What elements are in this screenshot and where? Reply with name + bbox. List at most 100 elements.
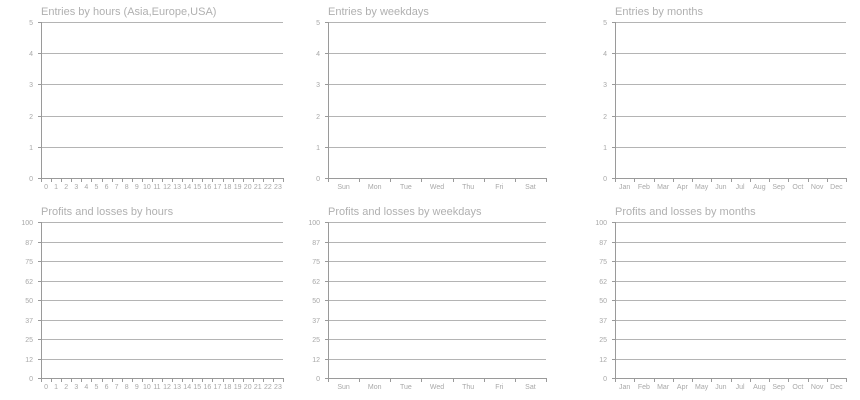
y-tick-label: 1 xyxy=(29,145,33,152)
y-tick-label: 75 xyxy=(599,259,607,266)
x-tick-label: Fri xyxy=(495,184,504,191)
x-tick-label: 16 xyxy=(203,384,211,391)
x-tick-label: 1 xyxy=(54,184,58,191)
y-tick-label: 75 xyxy=(25,259,33,266)
y-tick-label: 0 xyxy=(29,376,33,383)
x-tick-label: Apr xyxy=(677,184,689,191)
y-tick-label: 5 xyxy=(603,20,607,27)
y-tick-label: 25 xyxy=(599,337,607,344)
x-tick-label: 0 xyxy=(44,184,48,191)
x-tick-label: 9 xyxy=(135,184,139,191)
y-tick-label: 25 xyxy=(25,337,33,344)
x-tick-label: Sep xyxy=(772,184,785,191)
x-tick-label: 6 xyxy=(105,184,109,191)
x-tick-label: 11 xyxy=(153,184,160,191)
x-tick-label: Sat xyxy=(525,184,536,191)
y-tick-label: 50 xyxy=(312,298,320,305)
y-tick-label: 5 xyxy=(316,20,320,27)
x-tick-label: 14 xyxy=(183,184,191,191)
x-tick-label: Feb xyxy=(638,384,650,391)
y-tick-label: 37 xyxy=(599,318,607,325)
x-tick-label: 23 xyxy=(274,184,282,191)
x-tick-label: Wed xyxy=(430,184,444,191)
chart-panel: Profits and losses by months 0 12 25 37 50 62 7… xyxy=(595,206,847,391)
x-tick-label: Sep xyxy=(772,384,785,391)
x-tick-label: 2 xyxy=(64,184,68,191)
x-tick-label: Nov xyxy=(811,184,824,191)
chart-title: Entries by months xyxy=(615,6,704,18)
chart-panel: Profits and losses by weekdays 0 12 25 37 50 6… xyxy=(308,206,547,391)
chart-title: Profits and losses by months xyxy=(615,206,756,218)
chart-panel: Entries by hours (Asia,Europe,USA)012345… xyxy=(29,6,284,191)
x-tick-label: Mar xyxy=(657,184,670,191)
x-tick-label: 3 xyxy=(74,384,78,391)
x-tick-label: 15 xyxy=(193,184,201,191)
y-tick-label: 5 xyxy=(29,20,33,27)
y-tick-label: 100 xyxy=(595,220,607,227)
chart-title: Profits and losses by weekdays xyxy=(328,206,482,218)
x-tick-label: 8 xyxy=(125,184,129,191)
x-tick-label: 20 xyxy=(244,384,252,391)
y-tick-label: 4 xyxy=(316,51,320,58)
y-tick-label: 0 xyxy=(603,376,607,383)
x-tick-label: 23 xyxy=(274,384,282,391)
chart-panel: Entries by weekdays 0 1 2 3 4 5 Sun Mon Tue Wed Thu… xyxy=(316,6,547,191)
x-tick-label: Dec xyxy=(830,384,843,391)
x-tick-label: 13 xyxy=(173,184,181,191)
y-tick-label: 50 xyxy=(599,298,607,305)
x-tick-label: 8 xyxy=(125,384,129,391)
x-tick-label: 1 xyxy=(54,384,58,391)
x-tick-label: Sat xyxy=(525,384,536,391)
x-tick-label: Mon xyxy=(368,184,382,191)
y-tick-label: 0 xyxy=(29,176,33,183)
x-tick-label: 5 xyxy=(95,184,99,191)
y-tick-label: 62 xyxy=(25,279,33,286)
y-tick-label: 12 xyxy=(312,357,320,364)
y-tick-label: 62 xyxy=(312,279,320,286)
y-tick-label: 50 xyxy=(25,298,33,305)
x-tick-label: Mar xyxy=(657,384,670,391)
x-tick-label: Jan xyxy=(619,384,630,391)
x-tick-label: May xyxy=(695,184,709,191)
y-tick-label: 2 xyxy=(603,114,607,121)
x-tick-label: Feb xyxy=(638,184,650,191)
x-tick-label: 10 xyxy=(143,184,151,191)
x-tick-label: 19 xyxy=(234,384,242,391)
x-tick-label: Wed xyxy=(430,384,444,391)
chart-title: Entries by hours (Asia,Europe,USA) xyxy=(41,6,216,18)
y-tick-label: 100 xyxy=(308,220,320,227)
x-tick-label: 0 xyxy=(44,384,48,391)
y-tick-label: 87 xyxy=(312,240,320,247)
y-tick-label: 37 xyxy=(312,318,320,325)
x-tick-label: 3 xyxy=(74,184,78,191)
y-tick-label: 2 xyxy=(316,114,320,121)
y-tick-label: 4 xyxy=(29,51,33,58)
x-tick-label: Tue xyxy=(400,184,412,191)
x-tick-label: 9 xyxy=(135,384,139,391)
x-tick-label: May xyxy=(695,384,709,391)
x-tick-label: Jul xyxy=(736,184,745,191)
x-tick-label: 13 xyxy=(173,384,181,391)
x-tick-label: Jul xyxy=(736,384,745,391)
x-tick-label: 4 xyxy=(84,184,88,191)
x-tick-label: 21 xyxy=(254,184,262,191)
y-tick-label: 87 xyxy=(25,240,33,247)
x-tick-label: Thu xyxy=(462,184,474,191)
y-tick-label: 0 xyxy=(316,176,320,183)
y-tick-label: 62 xyxy=(599,279,607,286)
x-tick-label: Aug xyxy=(753,184,766,191)
x-tick-label: 12 xyxy=(163,384,171,391)
x-tick-label: Thu xyxy=(462,384,474,391)
y-tick-label: 25 xyxy=(312,337,320,344)
y-tick-label: 87 xyxy=(599,240,607,247)
charts-canvas: Entries by hours (Asia,Europe,USA)012345… xyxy=(21,6,847,391)
y-tick-label: 37 xyxy=(25,318,33,325)
x-tick-label: Oct xyxy=(792,384,803,391)
x-tick-label: 7 xyxy=(115,384,119,391)
y-tick-label: 12 xyxy=(599,357,607,364)
y-tick-label: 3 xyxy=(603,82,607,89)
x-tick-label: 10 xyxy=(143,384,151,391)
y-tick-label: 1 xyxy=(603,145,607,152)
y-tick-label: 3 xyxy=(29,82,33,89)
x-tick-label: Tue xyxy=(400,384,412,391)
